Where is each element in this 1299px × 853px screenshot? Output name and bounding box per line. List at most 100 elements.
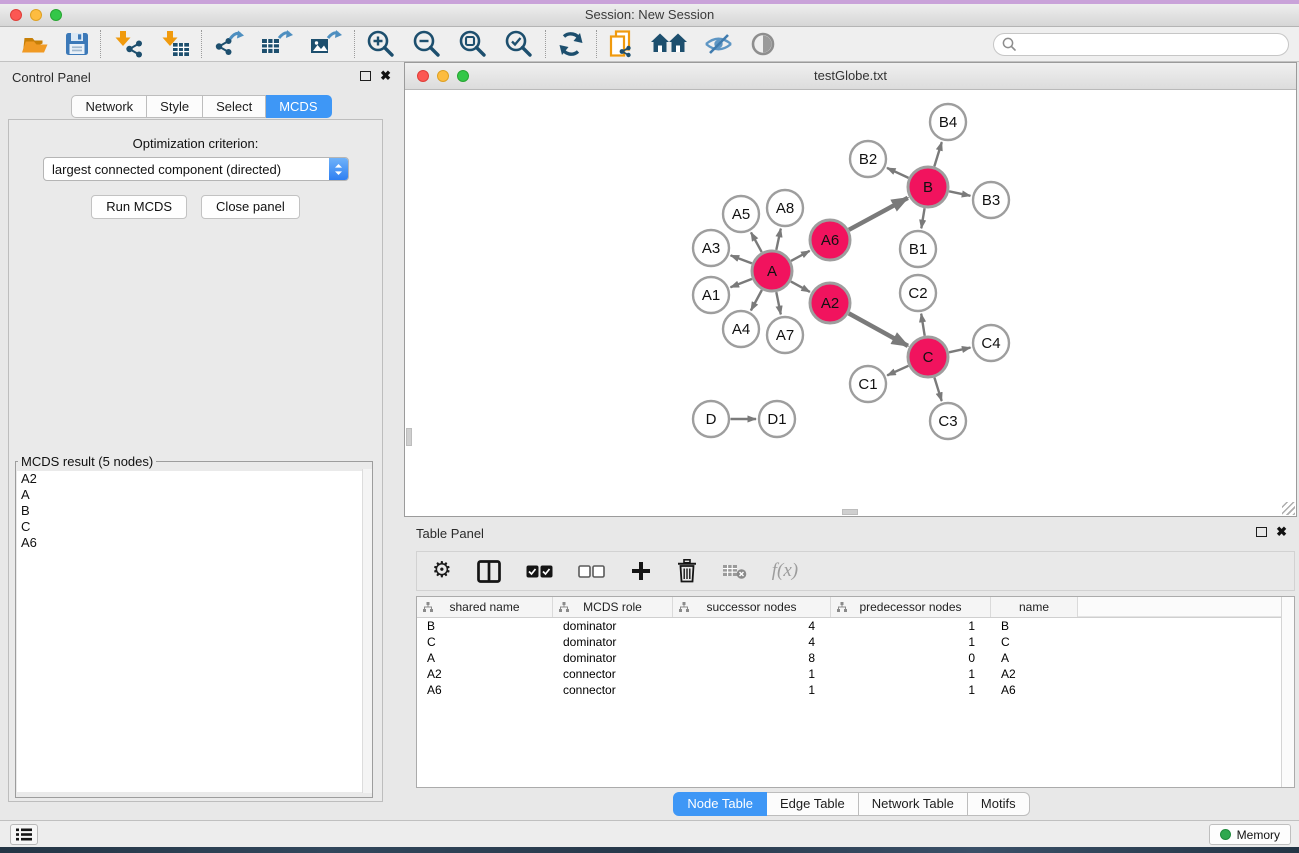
table-cell[interactable]: A2 [991,667,1078,681]
add-column-icon[interactable] [630,560,652,582]
select-all-checks-icon[interactable] [526,565,553,578]
show-all-icon[interactable] [750,31,776,57]
delete-table-icon[interactable] [722,563,747,580]
import-network-icon[interactable] [112,30,143,58]
export-image-icon[interactable] [310,30,343,58]
settings-gear-icon[interactable]: ⚙ [432,560,452,582]
graph-edge-A-A3[interactable] [731,255,752,263]
zoom-fit-icon[interactable] [458,29,488,59]
network-window-titlebar[interactable]: testGlobe.txt [405,63,1296,90]
graph-edge-A-A7[interactable] [776,292,781,314]
table-row[interactable]: Adominator80A [417,650,1294,666]
table-cell[interactable]: connector [553,683,673,697]
result-item[interactable]: C [17,519,371,535]
result-item[interactable]: B [17,503,371,519]
column-header-shared-name[interactable]: shared name [417,597,553,617]
tab-network[interactable]: Network [71,95,147,118]
run-mcds-button[interactable]: Run MCDS [91,195,187,219]
graph-edge-C-C1[interactable] [887,366,908,376]
export-table-icon[interactable] [261,30,294,58]
new-network-from-selection-icon[interactable] [608,30,635,59]
graph-edge-A-A5[interactable] [751,232,762,252]
close-panel-button[interactable]: Close panel [201,195,300,219]
table-row[interactable]: Cdominator41C [417,634,1294,650]
column-header-predecessor-nodes[interactable]: predecessor nodes [831,597,991,617]
graph-edge-C-C3[interactable] [934,378,941,402]
close-network-button[interactable] [417,70,429,82]
tab-mcds[interactable]: MCDS [266,95,331,118]
mcds-result-list[interactable]: A2ABCA6 [17,471,371,792]
graph-edge-A-A8[interactable] [776,229,781,250]
minimize-window-button[interactable] [30,9,42,21]
import-table-icon[interactable] [159,30,190,58]
graph-edge-A-A2[interactable] [791,281,810,292]
graph-edge-A-A6[interactable] [791,251,810,261]
result-scrollbar[interactable] [362,469,372,793]
graph-edge-A6-B[interactable] [849,198,908,230]
table-cell[interactable]: 1 [831,683,991,697]
graph-edge-B-B3[interactable] [949,191,970,196]
tab-select[interactable]: Select [203,95,266,118]
table-cell[interactable]: 8 [673,651,831,665]
table-cell[interactable]: A [991,651,1078,665]
close-window-button[interactable] [10,9,22,21]
table-cell[interactable]: A6 [991,683,1078,697]
show-panels-button[interactable] [10,824,38,845]
table-cell[interactable]: dominator [553,635,673,649]
canvas-horizontal-scrollbar[interactable] [842,509,858,515]
table-scrollbar[interactable] [1281,597,1294,787]
column-header-name[interactable]: name [991,597,1078,617]
graph-edge-B-B1[interactable] [921,208,924,228]
graph-edge-B-B2[interactable] [887,168,909,178]
float-table-panel-icon[interactable] [1256,527,1267,537]
graph-edge-C-C4[interactable] [949,348,971,353]
zoom-selected-icon[interactable] [504,29,534,59]
graph-edge-B-B4[interactable] [934,142,942,166]
show-column-icon[interactable] [477,560,501,583]
zoom-out-icon[interactable] [412,29,442,59]
table-cell[interactable]: 1 [831,619,991,633]
table-cell[interactable]: 1 [673,683,831,697]
graph-edge-C-C2[interactable] [921,314,925,336]
result-item[interactable]: A [17,487,371,503]
network-canvas[interactable]: B4B2BB3A5A8A6A3B1AA1C2A2A4A7C4CC1DD1C3 [405,90,1296,516]
memory-button[interactable]: Memory [1209,824,1291,845]
save-session-icon[interactable] [65,32,89,56]
table-cell[interactable]: 1 [831,667,991,681]
hide-selected-icon[interactable] [703,32,734,56]
table-cell[interactable]: connector [553,667,673,681]
table-row[interactable]: Bdominator41B [417,618,1294,634]
table-cell[interactable]: C [417,635,553,649]
apply-layout-icon[interactable] [557,30,585,58]
tab-edge-table[interactable]: Edge Table [767,792,859,816]
table-cell[interactable]: dominator [553,619,673,633]
tab-network-table[interactable]: Network Table [859,792,968,816]
graph-edge-A-A1[interactable] [731,279,753,287]
tab-motifs[interactable]: Motifs [968,792,1030,816]
tab-node-table[interactable]: Node Table [673,792,767,816]
resize-grip[interactable] [1282,502,1295,515]
table-cell[interactable]: C [991,635,1078,649]
float-panel-icon[interactable] [360,71,371,81]
result-item[interactable]: A6 [17,535,371,551]
table-cell[interactable]: dominator [553,651,673,665]
select-first-neighbors-icon[interactable] [651,31,687,57]
unselect-all-checks-icon[interactable] [578,565,605,578]
table-cell[interactable]: A2 [417,667,553,681]
delete-column-icon[interactable] [677,559,697,583]
table-cell[interactable]: B [417,619,553,633]
minimize-network-button[interactable] [437,70,449,82]
close-panel-icon[interactable]: ✖ [380,69,391,82]
graph-edge-A2-C[interactable] [849,313,908,346]
canvas-vertical-scrollbar[interactable] [406,428,412,446]
zoom-window-button[interactable] [50,9,62,21]
table-cell[interactable]: 0 [831,651,991,665]
criterion-dropdown[interactable]: largest connected component (directed) [43,157,349,181]
table-cell[interactable]: 1 [673,667,831,681]
zoom-in-icon[interactable] [366,29,396,59]
table-cell[interactable]: 4 [673,635,831,649]
zoom-network-button[interactable] [457,70,469,82]
table-row[interactable]: A2connector11A2 [417,666,1294,682]
table-cell[interactable]: A [417,651,553,665]
column-header-successor-nodes[interactable]: successor nodes [673,597,831,617]
